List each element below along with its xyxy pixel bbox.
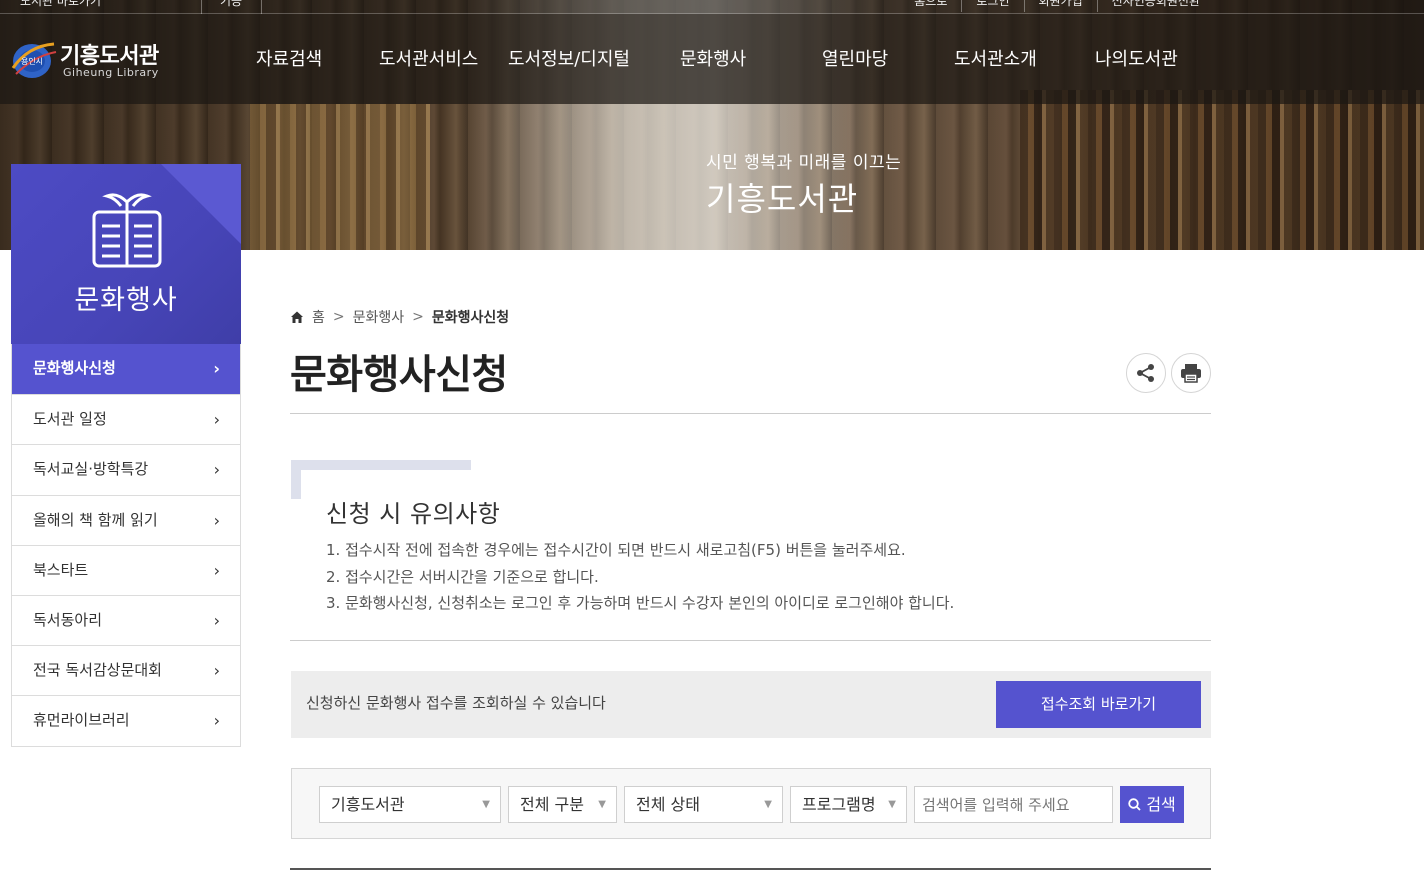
application-lookup-box: 신청하신 문화행사 접수를 조회하실 수 있습니다 접수조회 바로가기 [291, 671, 1211, 738]
chevron-right-icon: › [213, 610, 220, 630]
nav-open-forum[interactable]: 열린마당 [822, 45, 888, 71]
main-navbar: 용인시 기흥도서관 Giheung Library 자료검색 도서관서비스 도서… [0, 14, 1424, 104]
search-icon [1128, 798, 1141, 811]
search-input[interactable] [914, 786, 1113, 823]
lookup-button[interactable]: 접수조회 바로가기 [996, 681, 1201, 728]
nav-culture-events[interactable]: 문화행사 [680, 45, 746, 71]
search-panel: 기흥도서관 ▼ 전체 구분 ▼ 전체 상태 ▼ 프로그램명 ▼ 검색 [291, 768, 1211, 839]
printer-icon [1181, 364, 1201, 383]
sidebar-item-label: 독서동아리 [33, 610, 103, 629]
library-select[interactable]: 기흥도서관 ▼ [319, 786, 501, 823]
caret-down-icon: ▼ [888, 799, 896, 810]
sidebar-title: 문화행사 [74, 285, 178, 316]
title-divider [290, 413, 1211, 414]
sidebar-item-human-library[interactable]: 휴먼라이브러리 › [12, 695, 240, 745]
function-link[interactable]: 기능 [202, 0, 262, 14]
sidebar-item-label: 도서관 일정 [33, 410, 107, 429]
breadcrumb: 홈 > 문화행사 > 문화행사신청 [290, 307, 509, 327]
sidebar-header: 문화행사 [11, 164, 241, 344]
hero-title: 기흥도서관 [706, 180, 859, 218]
print-button[interactable] [1171, 353, 1211, 393]
notice-item: 2. 접수시간은 서버시간을 기준으로 합니다. [326, 567, 599, 586]
list-top-divider [290, 868, 1211, 870]
nav-about[interactable]: 도서관소개 [954, 45, 1037, 71]
caret-down-icon: ▼ [764, 799, 772, 810]
utility-bar: 도서관 바로가기 기능 홈으로 로그인 회원가입 전자인증회원전환 [0, 0, 1424, 14]
sidebar-item-culture-apply[interactable]: 문화행사신청 › [12, 344, 240, 395]
search-field-select-value: 프로그램명 [802, 795, 876, 814]
utility-link-login[interactable]: 로그인 [961, 0, 1023, 12]
notice-item: 1. 접수시작 전에 접속한 경우에는 접수시간이 되면 반드시 새로고침(F5… [326, 541, 906, 559]
sidebar-item-label: 독서교실·방학특강 [33, 460, 149, 479]
nav-book-info[interactable]: 도서정보/디지털 [508, 45, 630, 71]
library-shortcut-link[interactable]: 도서관 바로가기 [0, 0, 202, 14]
status-select[interactable]: 전체 상태 ▼ [624, 786, 783, 823]
category-select[interactable]: 전체 구분 ▼ [508, 786, 617, 823]
search-button-label: 검색 [1146, 795, 1176, 814]
sidebar-item-label: 전국 독서감상문대회 [33, 661, 162, 680]
notice-decoration [291, 460, 301, 499]
sidebar-menu: 문화행사신청 › 도서관 일정 › 독서교실·방학특강 › 올해의 책 함께 읽… [11, 344, 241, 747]
share-button[interactable] [1126, 353, 1166, 393]
chevron-right-icon: › [213, 410, 220, 430]
share-icon [1137, 364, 1154, 382]
notice-item: 3. 문화행사신청, 신청취소는 로그인 후 가능하며 반드시 수강자 본인의 … [326, 594, 955, 612]
chevron-right-icon: › [213, 460, 220, 480]
sidebar-item-reading-class[interactable]: 독서교실·방학특강 › [12, 444, 240, 494]
chevron-right-icon: › [213, 661, 220, 681]
breadcrumb-level1[interactable]: 문화행사 [353, 307, 405, 327]
notice-divider [290, 640, 1211, 641]
main-menu: 자료검색 도서관서비스 도서정보/디지털 문화행사 열린마당 도서관소개 나의도… [0, 14, 1424, 104]
search-button[interactable]: 검색 [1120, 786, 1184, 823]
sidebar-item-reading-club[interactable]: 독서동아리 › [12, 594, 240, 645]
sidebar-item-label: 북스타트 [33, 560, 89, 579]
chevron-right-icon: › [213, 560, 220, 580]
nav-my-library[interactable]: 나의도서관 [1095, 45, 1178, 71]
sidebar-item-label: 휴먼라이브러리 [33, 711, 130, 730]
sidebar-item-book-of-year[interactable]: 올해의 책 함께 읽기 › [12, 494, 240, 545]
sidebar-item-label: 문화행사신청 [33, 359, 116, 377]
breadcrumb-separator: > [412, 309, 424, 325]
chevron-right-icon: › [213, 359, 220, 378]
sidebar-header-accent [161, 164, 241, 244]
utility-link-join[interactable]: 회원가입 [1023, 0, 1097, 12]
sidebar-item-label: 올해의 책 함께 읽기 [33, 510, 158, 529]
notice-title: 신청 시 유의사항 [326, 500, 501, 528]
breadcrumb-home[interactable]: 홈 [312, 307, 325, 327]
sidebar-item-essay-contest[interactable]: 전국 독서감상문대회 › [12, 645, 240, 695]
nav-library-service[interactable]: 도서관서비스 [379, 45, 478, 71]
breadcrumb-current: 문화행사신청 [431, 310, 510, 326]
chevron-right-icon: › [213, 510, 220, 530]
search-field-select[interactable]: 프로그램명 ▼ [790, 786, 907, 823]
open-book-icon [92, 193, 162, 268]
utility-link-home[interactable]: 홈으로 [900, 0, 961, 12]
sidebar-item-schedule[interactable]: 도서관 일정 › [12, 394, 240, 444]
breadcrumb-separator: > [332, 309, 345, 325]
hero-bookshelf-left [250, 104, 430, 250]
page-title: 문화행사신청 [290, 352, 508, 398]
notice-decoration [291, 460, 471, 470]
notice-list: 1. 접수시작 전에 접속한 경우에는 접수시간이 되면 반드시 새로고침(F5… [326, 537, 954, 617]
caret-down-icon: ▼ [482, 799, 490, 810]
lookup-description: 신청하신 문화행사 접수를 조회하실 수 있습니다 [306, 694, 606, 712]
caret-down-icon: ▼ [598, 799, 606, 810]
home-icon [291, 311, 303, 323]
chevron-right-icon: › [213, 711, 220, 731]
hero-bookshelf-right [1020, 90, 1424, 250]
status-select-value: 전체 상태 [636, 795, 700, 814]
sidebar-item-bookstart[interactable]: 북스타트 › [12, 544, 240, 595]
hero-subtitle: 시민 행복과 미래를 이끄는 [706, 153, 902, 173]
nav-search[interactable]: 자료검색 [256, 45, 322, 71]
library-select-value: 기흥도서관 [331, 795, 405, 814]
utility-link-auth[interactable]: 전자인증회원전환 [1096, 0, 1214, 12]
utility-links: 홈으로 로그인 회원가입 전자인증회원전환 [900, 0, 1214, 12]
category-select-value: 전체 구분 [520, 795, 584, 814]
